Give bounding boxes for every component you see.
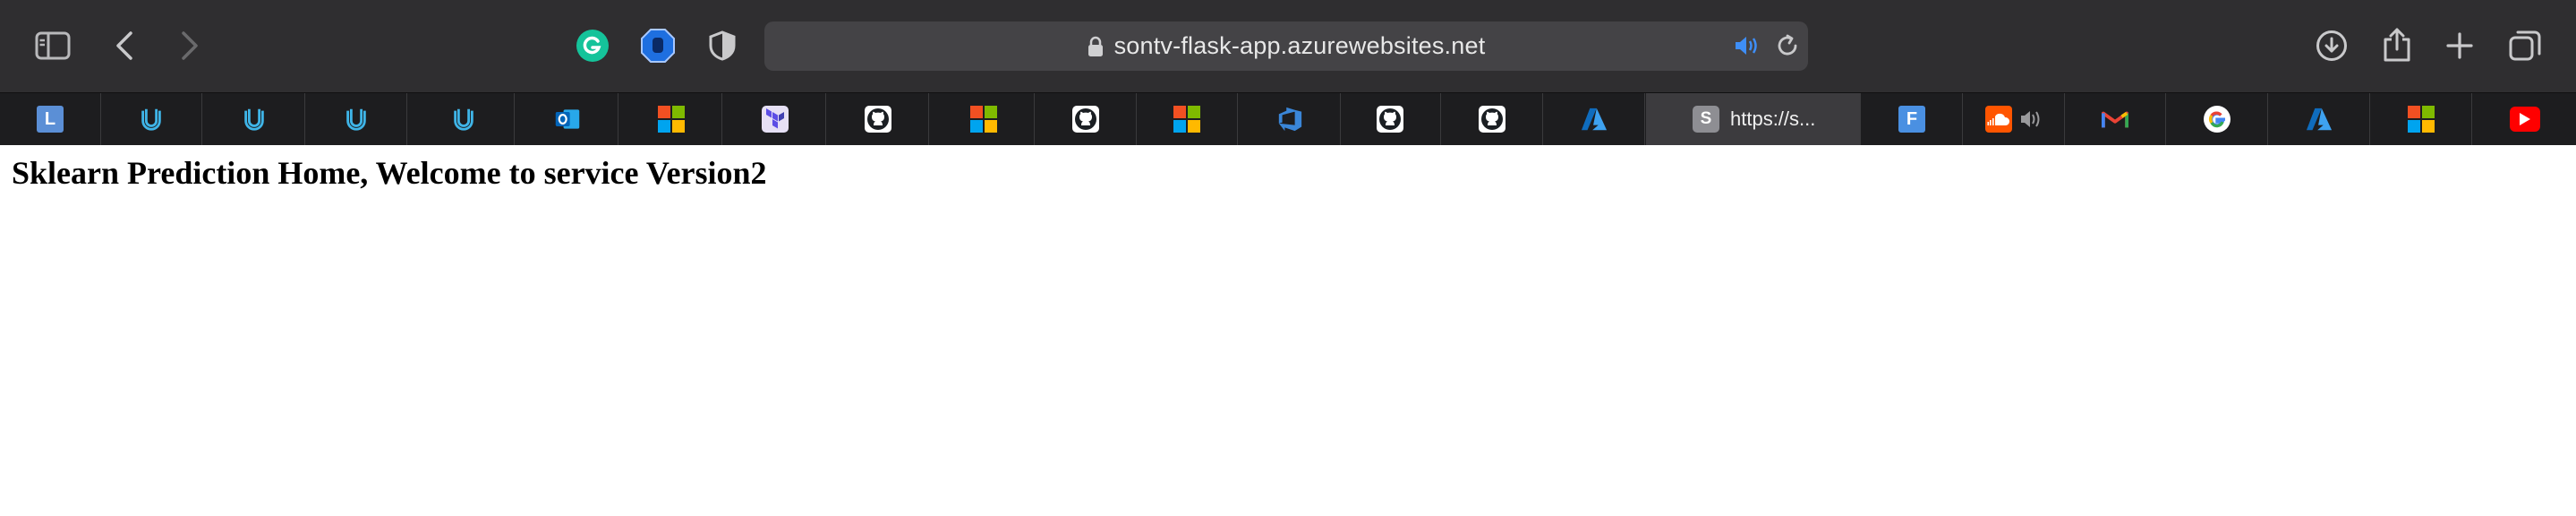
tab-overview-icon[interactable] [2508,29,2542,63]
tab-6[interactable] [517,93,618,145]
microsoft-icon [658,106,685,133]
forward-icon[interactable] [176,30,203,62]
tab-12[interactable] [1137,93,1238,145]
azure-icon [2306,106,2333,133]
tab-22[interactable] [2269,93,2370,145]
share-icon[interactable] [2381,26,2413,64]
tab-19[interactable] [1963,93,2065,145]
udacity-icon [241,106,268,133]
new-tab-icon[interactable] [2444,30,2476,62]
tab-title: https://s... [1730,108,1816,130]
tab-8[interactable] [725,93,826,145]
terraform-icon [762,106,789,133]
grammarly-icon[interactable] [576,29,610,63]
address-bar[interactable]: sontv-flask-app.azurewebsites.net [764,22,1808,71]
letter-f-icon: F [1898,106,1925,133]
tab-4[interactable] [306,93,407,145]
letter-s-icon: S [1693,106,1719,133]
outlook-icon [554,106,581,133]
download-icon[interactable] [2315,29,2349,63]
azure-devops-icon [1276,106,1303,133]
audio-playing-icon[interactable] [1733,32,1760,59]
tab-2[interactable] [101,93,202,145]
tab-10[interactable] [934,93,1035,145]
microsoft-icon [2408,106,2435,133]
udacity-icon [343,106,370,133]
tab-18[interactable]: F [1862,93,1963,145]
github-icon [1072,106,1099,133]
tab-20[interactable] [2065,93,2166,145]
tab-7[interactable] [621,93,722,145]
github-icon [865,106,891,133]
youtube-icon [2509,107,2540,132]
tab-14[interactable] [1340,93,1441,145]
udacity-icon [138,106,165,133]
audio-icon[interactable] [2019,109,2043,129]
google-icon [2204,106,2231,133]
github-icon [1377,106,1403,133]
tab-15[interactable] [1442,93,1543,145]
sidebar-icon[interactable] [34,30,72,62]
microsoft-icon [970,106,997,133]
hand-shield-icon[interactable] [640,28,676,64]
lock-icon [1088,36,1104,57]
tab-21[interactable] [2167,93,2268,145]
tab-5[interactable] [414,93,515,145]
back-icon[interactable] [111,30,138,62]
letter-l-icon: L [37,106,64,133]
tab-9[interactable] [828,93,929,145]
azure-icon [1581,106,1608,133]
soundcloud-icon [1984,106,2012,133]
favorites-tab-bar: L S https://s... F [0,92,2576,145]
tab-1[interactable]: L [0,93,101,145]
privacy-shield-icon[interactable] [707,30,738,62]
gmail-icon [2102,106,2128,133]
url-row: sontv-flask-app.azurewebsites.net [764,22,1808,71]
tab-23[interactable] [2371,93,2472,145]
url-text: sontv-flask-app.azurewebsites.net [1113,32,1486,59]
tab-11[interactable] [1036,93,1137,145]
tab-3[interactable] [204,93,305,145]
udacity-icon [450,106,477,133]
tab-17-active[interactable]: S https://s... [1646,93,1861,145]
tab-16[interactable] [1544,93,1645,145]
browser-toolbar: sontv-flask-app.azurewebsites.net [0,0,2576,92]
tab-24[interactable] [2473,93,2576,145]
page-heading: Sklearn Prediction Home, Welcome to serv… [12,155,767,191]
reload-icon[interactable] [1774,32,1801,59]
microsoft-icon [1173,106,1200,133]
tab-13[interactable] [1240,93,1341,145]
github-icon [1479,106,1506,133]
